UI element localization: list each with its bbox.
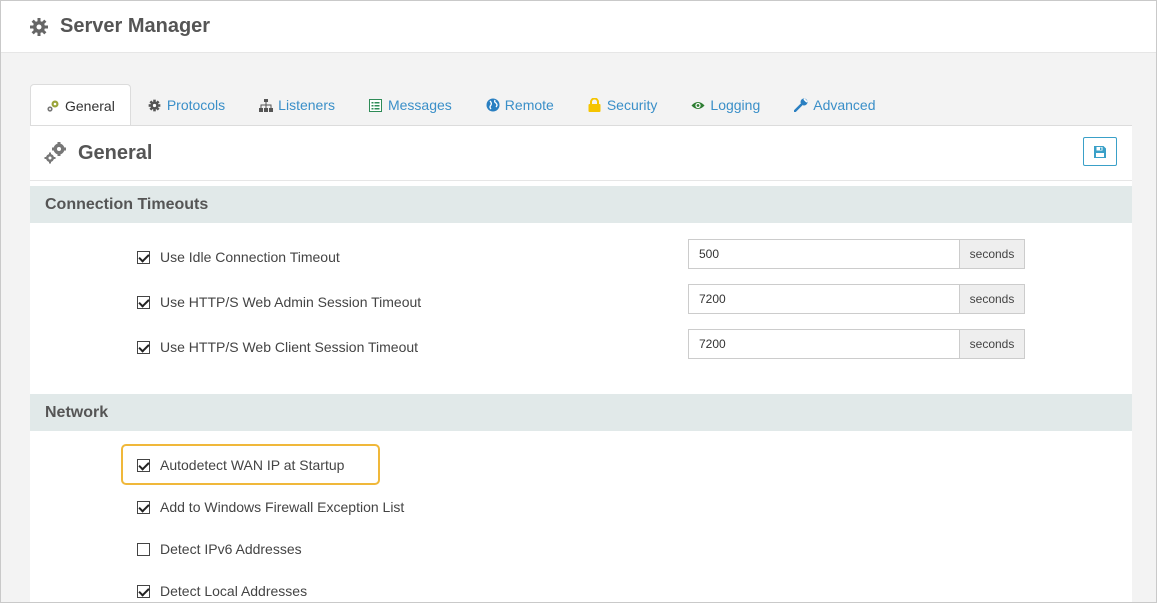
cogs-icon — [46, 99, 60, 113]
general-panel: General Connection Timeouts Use Idle Con… — [30, 125, 1132, 602]
idle-timeout-checkbox[interactable] — [137, 250, 150, 264]
cogs-icon — [44, 141, 68, 165]
web-admin-timeout-checkbox[interactable] — [137, 295, 150, 309]
web-client-timeout-label: Use HTTP/S Web Client Session Timeout — [160, 339, 419, 355]
seconds-addon: seconds — [959, 239, 1025, 269]
idle-timeout-row: Use Idle Connection Timeout — [137, 249, 340, 265]
web-client-timeout-input-group: seconds — [688, 329, 1025, 359]
idle-timeout-label: Use Idle Connection Timeout — [160, 249, 340, 265]
autodetect-wan-label: Autodetect WAN IP at Startup — [160, 457, 345, 473]
tab-label: General — [65, 97, 115, 114]
app-title: Server Manager — [60, 15, 211, 37]
tab-advanced[interactable]: Advanced — [777, 84, 892, 126]
tab-label: Listeners — [278, 97, 335, 113]
idle-timeout-input-group: seconds — [688, 239, 1025, 269]
section-header-network: Network — [30, 394, 1132, 431]
tab-remote[interactable]: Remote — [469, 84, 571, 126]
autodetect-wan-checkbox[interactable] — [137, 458, 150, 472]
tab-general[interactable]: General — [30, 84, 131, 126]
detect-local-label: Detect Local Addresses — [160, 583, 308, 599]
detect-ipv6-checkbox[interactable] — [137, 542, 150, 556]
detect-ipv6-row: Detect IPv6 Addresses — [137, 541, 302, 557]
web-admin-timeout-input[interactable] — [688, 284, 959, 314]
save-button[interactable] — [1083, 137, 1117, 166]
firewall-exception-checkbox[interactable] — [137, 500, 150, 514]
globe-icon — [486, 98, 500, 112]
tab-label: Security — [606, 97, 658, 113]
tab-listeners[interactable]: Listeners — [242, 84, 352, 126]
tab-logging[interactable]: Logging — [674, 84, 777, 126]
web-client-timeout-checkbox[interactable] — [137, 340, 150, 354]
firewall-exception-row: Add to Windows Firewall Exception List — [137, 499, 404, 515]
tab-security[interactable]: Security — [571, 84, 675, 126]
wrench-icon — [794, 98, 808, 112]
lock-icon — [588, 98, 602, 112]
tab-label: Messages — [387, 97, 452, 113]
detect-local-checkbox[interactable] — [137, 584, 150, 598]
tab-protocols[interactable]: Protocols — [131, 84, 242, 126]
list-icon — [369, 98, 383, 112]
gear-icon — [29, 17, 49, 37]
seconds-addon: seconds — [959, 284, 1025, 314]
detect-local-row: Detect Local Addresses — [137, 583, 307, 599]
web-admin-timeout-row: Use HTTP/S Web Admin Session Timeout — [137, 294, 421, 310]
web-client-timeout-input[interactable] — [688, 329, 959, 359]
sitemap-icon — [259, 98, 274, 112]
section-header-connection-timeouts: Connection Timeouts — [30, 186, 1132, 223]
tab-label: Logging — [710, 97, 761, 113]
save-icon — [1094, 145, 1106, 158]
gear-icon — [148, 98, 162, 112]
autodetect-wan-row: Autodetect WAN IP at Startup — [137, 457, 344, 473]
detect-ipv6-label: Detect IPv6 Addresses — [160, 541, 302, 557]
idle-timeout-input[interactable] — [688, 239, 959, 269]
title-bar: Server Manager — [1, 1, 1156, 53]
web-admin-timeout-input-group: seconds — [688, 284, 1025, 314]
seconds-addon: seconds — [959, 329, 1025, 359]
web-admin-timeout-label: Use HTTP/S Web Admin Session Timeout — [160, 294, 422, 310]
panel-header: General — [30, 126, 1132, 181]
panel-title: General — [78, 141, 153, 164]
app-window: Server Manager General Protocols Listene… — [0, 0, 1157, 603]
web-client-timeout-row: Use HTTP/S Web Client Session Timeout — [137, 339, 418, 355]
tab-label: Remote — [504, 97, 554, 113]
tab-label: Advanced — [813, 97, 876, 113]
tab-label: Protocols — [166, 97, 226, 113]
tab-messages[interactable]: Messages — [352, 84, 469, 126]
eye-icon — [691, 98, 705, 112]
tab-bar: General Protocols Listeners Messages Rem… — [30, 84, 893, 126]
firewall-exception-label: Add to Windows Firewall Exception List — [160, 499, 405, 515]
